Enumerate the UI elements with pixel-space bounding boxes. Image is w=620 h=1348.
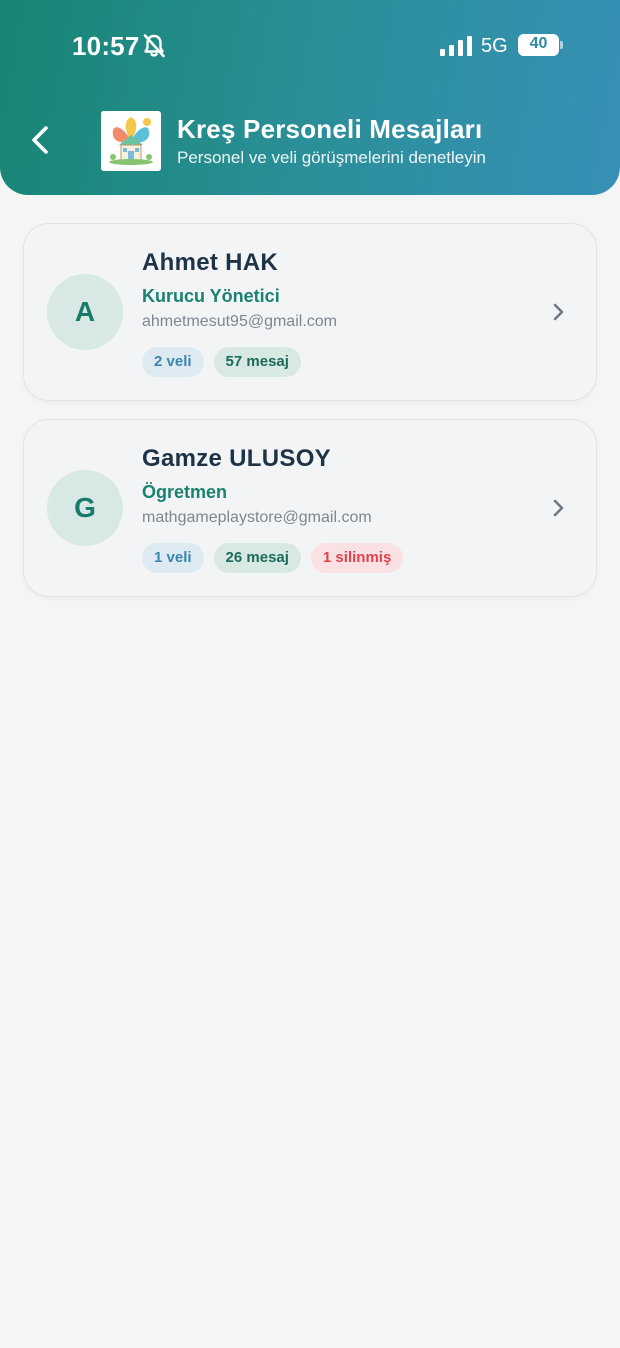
avatar: G bbox=[47, 470, 123, 546]
avatar: A bbox=[47, 274, 123, 350]
parent-count-badge: 1 veli bbox=[142, 543, 204, 573]
battery-icon: 40 bbox=[518, 34, 564, 56]
message-count-badge: 57 mesaj bbox=[213, 347, 301, 377]
network-type: 5G bbox=[481, 35, 508, 57]
bell-off-icon bbox=[143, 34, 165, 58]
app-logo bbox=[101, 111, 161, 171]
status-bar: 10:57 5G 40 bbox=[0, 0, 620, 90]
message-count-badge: 26 mesaj bbox=[213, 543, 301, 573]
back-button[interactable] bbox=[22, 120, 62, 160]
battery-level: 40 bbox=[529, 35, 548, 52]
signal-icon bbox=[440, 36, 472, 56]
staff-name: Ahmet HAK bbox=[142, 249, 279, 276]
header: 10:57 5G 40 Kreş Personeli Mesajları Per… bbox=[0, 0, 620, 195]
page-subtitle: Personel ve veli görüşmelerini denetleyi… bbox=[177, 148, 486, 167]
badge-group: 1 veli 26 mesaj 1 silinmiş bbox=[142, 543, 404, 573]
chevron-left-icon bbox=[32, 126, 48, 154]
deleted-count-badge: 1 silinmiş bbox=[310, 543, 404, 573]
staff-role: Kurucu Yönetici bbox=[142, 286, 280, 306]
staff-name: Gamze ULUSOY bbox=[142, 445, 331, 472]
staff-email: ahmetmesut95@gmail.com bbox=[142, 313, 337, 330]
status-time: 10:57 bbox=[72, 31, 140, 61]
staff-card[interactable]: G Gamze ULUSOY Ögretmen mathgameplaystor… bbox=[23, 419, 597, 597]
chevron-right-icon[interactable] bbox=[550, 302, 566, 322]
staff-role: Ögretmen bbox=[142, 482, 228, 502]
page-title: Kreş Personeli Mesajları bbox=[177, 114, 483, 144]
chevron-right-icon[interactable] bbox=[550, 498, 566, 518]
badge-group: 2 veli 57 mesaj bbox=[142, 347, 301, 377]
staff-card[interactable]: A Ahmet HAK Kurucu Yönetici ahmetmesut95… bbox=[23, 223, 597, 401]
staff-email: mathgameplaystore@gmail.com bbox=[142, 509, 372, 526]
parent-count-badge: 2 veli bbox=[142, 347, 204, 377]
